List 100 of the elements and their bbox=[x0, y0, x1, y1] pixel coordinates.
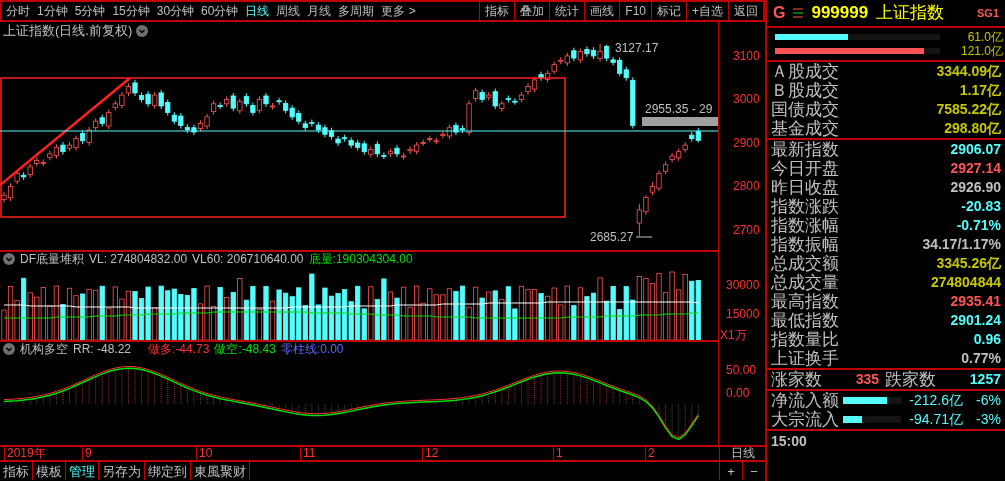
stat-value: 2906.07 bbox=[950, 140, 1001, 159]
toolbar-button[interactable]: 统计 bbox=[549, 2, 585, 20]
stat-label: Ａ股成交 bbox=[771, 60, 839, 81]
volume-tick: 30000 bbox=[726, 278, 760, 292]
price-tick: 2800 bbox=[733, 179, 760, 194]
stat-value: 274804844 bbox=[930, 273, 1001, 292]
time-tick: 1 bbox=[553, 447, 563, 460]
stat-value: 3345.26亿 bbox=[936, 254, 1001, 273]
toolbar-button[interactable]: 标记 bbox=[651, 2, 686, 20]
menu-icon[interactable] bbox=[793, 8, 804, 18]
indicator-name: 机构多空 bbox=[20, 341, 68, 358]
stat-label: 上证换手 bbox=[771, 348, 839, 370]
period-tab[interactable]: 1分钟 bbox=[37, 2, 68, 20]
candlestick bbox=[381, 152, 387, 160]
period-tab[interactable]: 60分钟 bbox=[201, 2, 239, 20]
stat-label: 指数振幅 bbox=[771, 234, 839, 254]
stat-value: 34.17/1.17% bbox=[922, 235, 1001, 254]
stock-name: 上证指数 bbox=[876, 2, 945, 25]
flow-value: 61.0亿 bbox=[967, 29, 1003, 45]
stat-label: 最低指数 bbox=[771, 310, 839, 331]
dropdown-icon[interactable] bbox=[3, 343, 15, 355]
candlestick bbox=[276, 97, 282, 106]
indicator-value: 零柱线:0.00 bbox=[280, 341, 344, 358]
stat-label: Ｂ股成交 bbox=[771, 80, 839, 100]
toolbar-button[interactable]: F10 bbox=[619, 2, 651, 20]
stat-value: 1.17亿 bbox=[959, 81, 1001, 100]
stat-value: -0.71% bbox=[956, 216, 1001, 235]
price-tick: 2700 bbox=[733, 223, 760, 237]
time-tick: 10 bbox=[196, 447, 213, 460]
period-tab[interactable]: 多周期 bbox=[338, 2, 375, 20]
stat-value: -212.6亿 bbox=[909, 391, 963, 410]
toolbar-button[interactable]: 返回 bbox=[728, 2, 763, 20]
bottom-tab[interactable]: 管理 bbox=[66, 462, 99, 480]
period-tab[interactable]: 5分钟 bbox=[74, 2, 106, 20]
period-tab[interactable]: 分时 bbox=[6, 2, 30, 20]
indicator-value: RR: -48.22 bbox=[73, 341, 132, 358]
dropdown-icon[interactable] bbox=[136, 25, 149, 37]
volume-tick: 15000 bbox=[726, 307, 760, 321]
stat-label: 大宗流入 bbox=[771, 409, 839, 431]
market-label: G bbox=[773, 3, 786, 23]
stat-value: -20.83 bbox=[961, 197, 1001, 216]
stat-value: 2927.14 bbox=[950, 159, 1001, 178]
period-tab[interactable]: 日线 bbox=[245, 2, 270, 20]
stat-label: 基金成交 bbox=[771, 118, 839, 140]
indicator-value: VL60: 206710640.00 bbox=[192, 251, 304, 268]
zoom-button[interactable]: + bbox=[719, 462, 742, 480]
stock-code: 999999 bbox=[811, 2, 869, 25]
indicator-tick: 50.00 bbox=[726, 363, 757, 377]
stat-label: 最高指数 bbox=[771, 291, 839, 312]
time-tick: 9 bbox=[82, 447, 92, 460]
time-tick: 2019年 bbox=[4, 447, 46, 460]
price-tick: 2900 bbox=[733, 135, 760, 150]
toolbar-button[interactable]: 指标 bbox=[479, 2, 515, 20]
stat-label: 跌家数 bbox=[885, 368, 937, 391]
stat-value: -94.71亿 bbox=[909, 410, 963, 429]
indicator-tick: 0.00 bbox=[726, 386, 750, 400]
price-tick: 3100 bbox=[733, 48, 760, 63]
stat-label: 今日开盘 bbox=[771, 158, 839, 179]
time-label: 15:00 bbox=[771, 431, 807, 451]
stat-value: 3344.09亿 bbox=[936, 62, 1001, 81]
chart-title: 上证指数(日线.前复权) bbox=[3, 22, 133, 41]
high-label: 3127.17 bbox=[615, 41, 659, 55]
stat-label: 昨日收盘 bbox=[771, 177, 839, 198]
indicator-value: 做空:-48.43 bbox=[214, 341, 276, 358]
bottom-tab[interactable]: 另存为 bbox=[99, 462, 145, 480]
bottom-tab[interactable]: 東風聚财 bbox=[191, 462, 250, 480]
stat-value: 2901.24 bbox=[950, 311, 1001, 330]
stat-label: 指数量比 bbox=[771, 329, 839, 349]
bottom-tab[interactable]: 指标 bbox=[0, 462, 33, 480]
bottom-tab[interactable]: 模板 bbox=[33, 462, 66, 480]
time-tick: 11 bbox=[300, 447, 316, 460]
bottom-tab[interactable]: 绑定到 bbox=[145, 462, 191, 480]
period-tab[interactable]: 15分钟 bbox=[112, 2, 150, 20]
stat-value: 7585.22亿 bbox=[936, 100, 1001, 119]
stat-label: 最新指数 bbox=[771, 138, 839, 160]
stat-value: -3% bbox=[975, 410, 1001, 429]
stat-value: 335 bbox=[855, 370, 880, 389]
unit-label: X1万 bbox=[720, 328, 747, 342]
candlestick bbox=[106, 108, 112, 130]
range-label: 2955.35 - 29 bbox=[645, 102, 713, 116]
candlestick bbox=[230, 92, 236, 112]
stat-label: 指数涨幅 bbox=[771, 215, 839, 236]
flow-value: 121.0亿 bbox=[960, 43, 1003, 60]
zoom-button[interactable]: − bbox=[742, 462, 765, 480]
toolbar-button[interactable]: +自选 bbox=[686, 2, 728, 20]
period-tab[interactable]: 月线 bbox=[307, 2, 332, 20]
low-label: 2685.27 bbox=[590, 230, 634, 244]
toolbar-button[interactable]: 画线 bbox=[584, 2, 620, 20]
candlestick bbox=[597, 43, 603, 63]
toolbar-button[interactable]: 叠加 bbox=[514, 2, 550, 20]
period-tab[interactable]: 更多 > bbox=[381, 2, 416, 20]
period-tab[interactable]: 周线 bbox=[276, 2, 301, 20]
dropdown-icon[interactable] bbox=[3, 253, 15, 265]
period-tab[interactable]: 30分钟 bbox=[156, 2, 195, 20]
stat-label: 指数涨跌 bbox=[771, 196, 839, 217]
candlestick bbox=[512, 97, 518, 106]
indicator-value: VL: 274804832.00 bbox=[89, 251, 188, 268]
stat-value: 2935.41 bbox=[950, 292, 1001, 311]
candlestick bbox=[250, 102, 256, 117]
stat-value: 1257 bbox=[969, 370, 1001, 389]
